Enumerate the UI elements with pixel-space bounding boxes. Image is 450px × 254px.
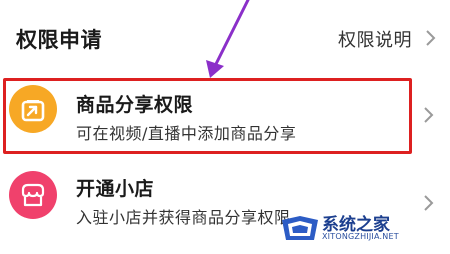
share-arrow-box-icon	[9, 85, 57, 133]
item-description: 可在视频/直播中添加商品分享	[76, 124, 297, 143]
annotation-arrow-icon	[206, 0, 250, 78]
item-title: 开通小店	[76, 178, 155, 200]
goods-share-permission-item[interactable]: 商品分享权限 可在视频/直播中添加商品分享	[0, 78, 450, 154]
watermark-domain: XITONGZHIJIA.NET	[322, 232, 399, 241]
chevron-right-icon[interactable]	[422, 106, 434, 124]
permission-explain-link[interactable]: 权限说明	[338, 26, 412, 52]
item-title: 商品分享权限	[76, 94, 194, 116]
item-description: 入驻小店并获得商品分享权限	[76, 208, 291, 227]
shop-awning-icon	[9, 171, 57, 219]
chevron-right-icon[interactable]	[424, 29, 436, 47]
watermark: 系统之家 XITONGZHIJIA.NET	[280, 210, 446, 246]
section-title: 权限申请	[16, 28, 102, 52]
watermark-logo-icon	[282, 216, 318, 240]
